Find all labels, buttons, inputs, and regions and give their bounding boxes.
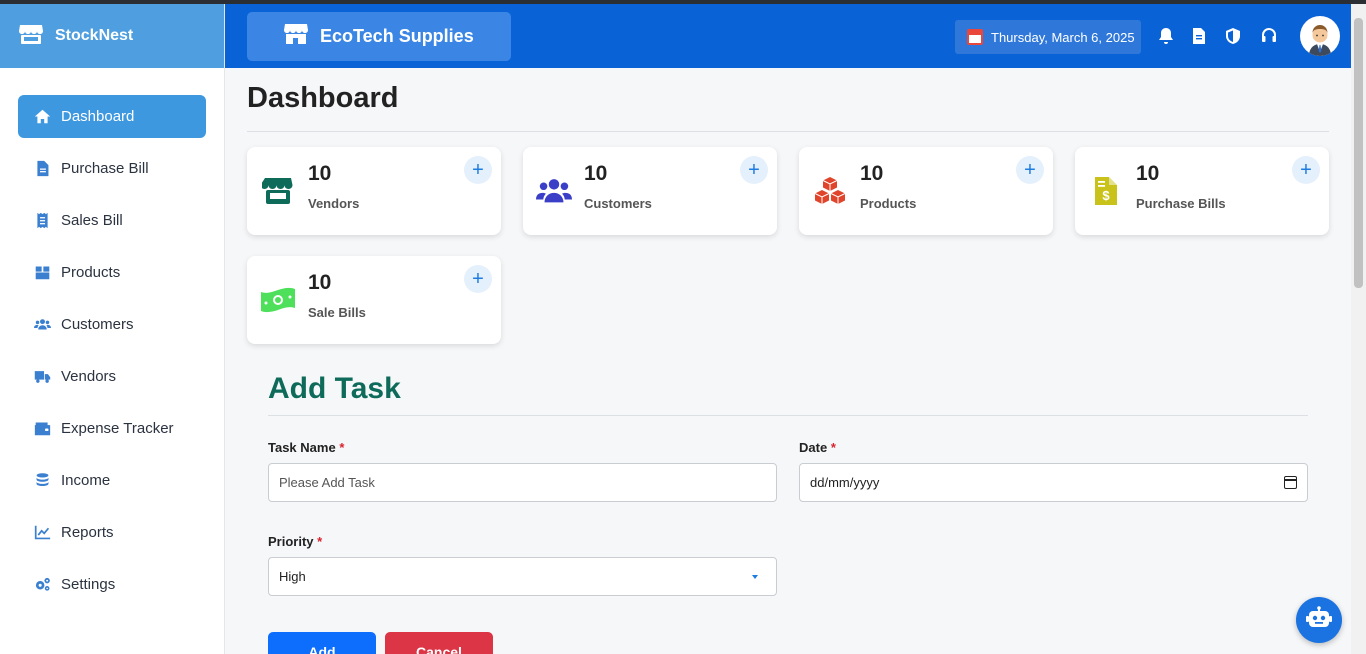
purchase-bills-label: Purchase Bills xyxy=(1136,196,1226,211)
products-count: 10 xyxy=(860,162,884,185)
stat-card-vendors[interactable]: 10 Vendors + xyxy=(247,147,501,235)
task-name-placeholder: Please Add Task xyxy=(279,475,375,490)
page-title: Dashboard xyxy=(247,82,399,114)
sidebar-item-expense-tracker[interactable]: Expense Tracker xyxy=(18,407,206,450)
sidebar-item-label: Products xyxy=(61,264,121,281)
home-icon xyxy=(32,107,52,127)
cubes-icon xyxy=(812,175,848,207)
brand[interactable]: StockNest xyxy=(0,4,224,68)
sidebar-item-dashboard[interactable]: Dashboard xyxy=(18,95,206,138)
sidebar-item-reports[interactable]: Reports xyxy=(18,511,206,554)
date-display: Thursday, March 6, 2025 xyxy=(955,20,1141,54)
robot-icon xyxy=(1306,605,1332,635)
svg-text:$: $ xyxy=(1102,188,1110,203)
add-purchase-bill-button[interactable]: + xyxy=(1292,156,1320,184)
divider xyxy=(247,131,1329,132)
add-sale-bill-button[interactable]: + xyxy=(464,265,492,293)
sidebar-item-customers[interactable]: Customers xyxy=(18,303,206,346)
calendar-icon[interactable] xyxy=(1284,476,1297,489)
vendors-count: 10 xyxy=(308,162,332,185)
cancel-button[interactable]: Cancel xyxy=(385,632,493,654)
calendar-icon xyxy=(967,29,983,45)
sidebar-item-sales-bill[interactable]: Sales Bill xyxy=(18,199,206,242)
sidebar-item-vendors[interactable]: Vendors xyxy=(18,355,206,398)
task-name-input[interactable]: Please Add Task xyxy=(268,463,777,502)
wallet-icon xyxy=(32,419,52,439)
required-mark: * xyxy=(317,534,323,549)
page-scrollbar[interactable] xyxy=(1351,4,1366,654)
divider xyxy=(268,415,1308,416)
coins-icon xyxy=(32,471,52,491)
required-mark: * xyxy=(339,440,345,455)
sidebar-item-label: Income xyxy=(61,472,111,489)
file-icon xyxy=(32,159,52,179)
money-bill-icon xyxy=(260,284,296,316)
sidebar-item-settings[interactable]: Settings xyxy=(18,563,206,606)
truck-icon xyxy=(32,367,52,387)
sidebar-item-purchase-bill[interactable]: Purchase Bill xyxy=(18,147,206,190)
customers-label: Customers xyxy=(584,196,652,211)
stat-card-sale-bills[interactable]: 10 Sale Bills + xyxy=(247,256,501,344)
receipt-icon xyxy=(32,211,52,231)
current-date: Thursday, March 6, 2025 xyxy=(991,29,1135,45)
store-selector[interactable]: EcoTech Supplies xyxy=(247,12,511,61)
priority-select[interactable]: High xyxy=(268,557,777,596)
sidebar-item-label: Vendors xyxy=(61,368,117,385)
chevron-down-icon xyxy=(752,575,758,579)
sidebar-item-label: Customers xyxy=(61,316,134,333)
users-icon xyxy=(536,175,572,207)
purchase-bills-count: 10 xyxy=(1136,162,1160,185)
document-icon[interactable] xyxy=(1188,24,1210,48)
date-placeholder: dd/mm/yyyy xyxy=(810,475,880,490)
add-product-button[interactable]: + xyxy=(1016,156,1044,184)
required-mark: * xyxy=(830,440,836,455)
chatbot-button[interactable] xyxy=(1296,597,1342,643)
add-vendor-button[interactable]: + xyxy=(464,156,492,184)
form-title: Add Task xyxy=(268,372,401,405)
users-icon xyxy=(32,315,52,335)
sidebar-item-label: Sales Bill xyxy=(61,212,123,229)
chart-line-icon xyxy=(32,523,52,543)
vendors-label: Vendors xyxy=(308,196,360,211)
sidebar-nav: Dashboard Purchase Bill Sales Bill Produ… xyxy=(0,68,224,606)
store-name: EcoTech Supplies xyxy=(320,26,474,46)
store-icon xyxy=(18,21,44,52)
sidebar-item-income[interactable]: Income xyxy=(18,459,206,502)
add-customer-button[interactable]: + xyxy=(740,156,768,184)
products-label: Products xyxy=(860,196,917,211)
sidebar-item-label: Dashboard xyxy=(61,108,135,125)
sidebar-item-label: Expense Tracker xyxy=(61,420,174,437)
user-avatar[interactable] xyxy=(1300,16,1340,56)
sidebar-item-label: Settings xyxy=(61,576,116,593)
brand-name: StockNest xyxy=(55,27,134,44)
sidebar-item-label: Reports xyxy=(61,524,114,541)
date-input[interactable]: dd/mm/yyyy xyxy=(799,463,1308,502)
box-icon xyxy=(32,263,52,283)
store-icon xyxy=(260,175,296,207)
date-label: Date * xyxy=(799,440,836,455)
headset-icon[interactable] xyxy=(1258,24,1280,48)
invoice-dollar-icon: $ xyxy=(1088,175,1124,207)
customers-count: 10 xyxy=(584,162,608,185)
scrollbar-thumb[interactable] xyxy=(1354,18,1363,288)
stat-card-products[interactable]: 10 Products + xyxy=(799,147,1053,235)
sale-bills-label: Sale Bills xyxy=(308,305,366,320)
sidebar-item-label: Purchase Bill xyxy=(61,160,149,177)
shield-icon[interactable] xyxy=(1222,24,1244,48)
task-name-label: Task Name * xyxy=(268,440,345,455)
sidebar-item-products[interactable]: Products xyxy=(18,251,206,294)
priority-value: High xyxy=(279,569,306,584)
top-header: EcoTech Supplies Thursday, March 6, 2025 xyxy=(225,4,1351,68)
sale-bills-count: 10 xyxy=(308,271,332,294)
stat-card-customers[interactable]: 10 Customers + xyxy=(523,147,777,235)
sidebar: StockNest Dashboard Purchase Bill Sales … xyxy=(0,4,225,654)
bell-icon[interactable] xyxy=(1155,24,1177,48)
gears-icon xyxy=(32,575,52,595)
priority-label: Priority * xyxy=(268,534,323,549)
store-icon xyxy=(283,22,309,51)
add-task-button[interactable]: Add xyxy=(268,632,376,654)
stat-card-purchase-bills[interactable]: $ 10 Purchase Bills + xyxy=(1075,147,1329,235)
